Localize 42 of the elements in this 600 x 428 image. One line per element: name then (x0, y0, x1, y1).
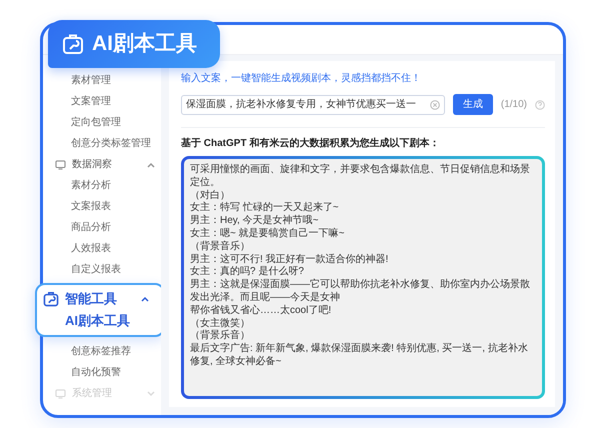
chevron-up-icon[interactable] (147, 162, 155, 168)
feature-title[interactable]: 智能工具 (65, 289, 117, 308)
sidebar-item[interactable]: 定向包管理 (53, 112, 161, 133)
sidebar-item[interactable]: 自动化预警 (53, 362, 161, 383)
toolbox-icon (62, 33, 84, 55)
sidebar-item[interactable]: 文案报表 (53, 196, 161, 217)
script-line: （背景乐音） (190, 330, 251, 342)
script-line: 最后文字广告: 新年新气象, 爆款保湿面膜来袭! 特别优惠, 买一送一, 抗老补水修复, 全球女神必备~ (190, 343, 529, 369)
sidebar-item[interactable]: 素材分析 (53, 175, 161, 196)
script-line: 男主：Hey, 今天是女神节哦~ (190, 215, 320, 228)
sidebar-item[interactable]: 素材管理 (53, 70, 161, 91)
sidebar-group[interactable]: 数据洞察 (72, 157, 112, 172)
prompt-text: 输入文案，一键智能生成视频剧本，灵感挡都挡不住！ (181, 72, 422, 86)
script-line: （女主微笑） (190, 318, 251, 330)
script-line: 男主：这就是保湿面膜——它可以帮助你抗老补水修复、助你室内办公场景散发出光泽。而且呢——今天是女神 (190, 279, 531, 304)
script-line: 女主：真的吗? 是什么呀? (190, 266, 305, 278)
sidebar-item[interactable]: 文案管理 (53, 91, 161, 112)
sidebar-item[interactable]: 商品分析 (53, 217, 161, 238)
sidebar-item[interactable]: 创意标签推荐 (53, 341, 161, 362)
generate-button[interactable]: 生成 (452, 94, 493, 115)
script-line: （背景音乐） (190, 240, 251, 254)
chevron-up-icon[interactable] (141, 296, 149, 302)
script-line: 男主：这可不行! 我正好有一款适合你的神器! (190, 254, 390, 266)
input-field[interactable]: 保湿面膜，抗老补水修复专用，女神节优惠买一送一 (181, 94, 445, 114)
script-line: 女主：嗯~ 就是要犒赏自己一下嘛~ (190, 228, 346, 240)
sidebar-item[interactable]: 自定义报表 (53, 259, 161, 280)
result-heading: 基于 ChatGPT 和有米云的大数据积累为您生成以下剧本： (181, 136, 440, 151)
clear-icon[interactable] (430, 100, 440, 110)
script-line: 女主：特写 忙碌的一天又起来了~ (190, 202, 340, 214)
script-line: 帮你省钱又省心……太cool了吧! (190, 304, 332, 318)
sidebar-item[interactable]: 人效报表 (53, 238, 161, 259)
help-icon[interactable] (535, 100, 545, 110)
feature-subitem[interactable]: AI剧本工具 (43, 310, 155, 330)
script-line: 可采用憧憬的画面、旋律和文字，并要求包含爆款信息、节日促销信息和场景定位。 (190, 164, 531, 190)
toolbox-icon (43, 290, 59, 307)
script-line: （对白） (190, 190, 231, 202)
monitor-icon (55, 160, 66, 170)
sidebar-item[interactable]: 创意分类标签管理 (53, 133, 161, 154)
banner-title: AI剧本工具 (92, 31, 197, 58)
chevron-down-icon[interactable] (147, 390, 155, 396)
monitor-icon (55, 388, 66, 398)
usage-count: (1/10) (500, 98, 527, 112)
